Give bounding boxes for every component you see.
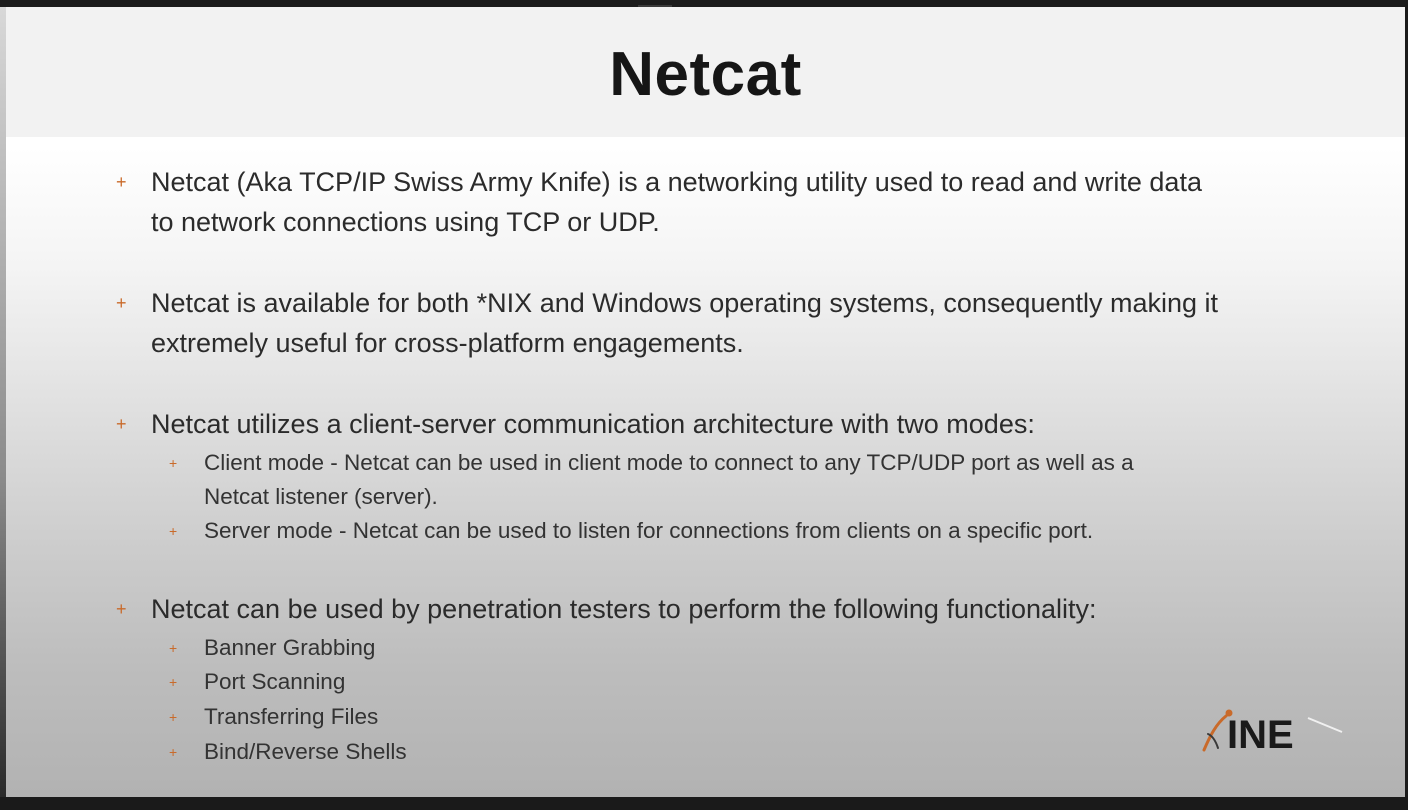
bullet-item: + Netcat is available for both *NIX and … [116,283,1219,323]
bullet-text: extremely useful for cross-platform enga… [151,328,744,358]
plus-bullet-icon: + [116,414,127,434]
plus-bullet-icon: + [169,455,178,471]
top-frame-bar [0,0,1408,7]
bullet-continuation: to network connections using TCP or UDP. [151,202,660,242]
ine-logo-icon: INE [1202,709,1343,757]
sub-bullet-item: + Transferring Files [169,700,379,734]
sub-bullet-text: Port Scanning [204,669,346,694]
sub-bullet-text: Client mode - Netcat can be used in clie… [204,450,1134,475]
plus-bullet-icon: + [116,293,127,313]
plus-bullet-icon: + [116,172,127,192]
bullet-text: Netcat can be used by penetration tester… [151,594,1097,624]
plus-bullet-icon: + [169,523,178,539]
sub-bullet-item: + Banner Grabbing [169,631,376,665]
sub-bullet-text: Server mode - Netcat can be used to list… [204,518,1094,543]
sub-bullet-text: Bind/Reverse Shells [204,739,407,764]
plus-bullet-icon: + [169,640,178,656]
bullet-text: Netcat (Aka TCP/IP Swiss Army Knife) is … [151,167,1202,197]
plus-bullet-icon: + [169,709,178,725]
bullet-item: + Netcat utilizes a client-server commun… [116,404,1035,444]
sub-bullet-item: + Port Scanning [169,665,346,699]
sub-bullet-item: + Server mode - Netcat can be used to li… [169,514,1094,548]
sub-bullet-continuation: Netcat listener (server). [204,480,438,514]
slide: Netcat + Netcat (Aka TCP/IP Swiss Army K… [6,7,1405,797]
sub-bullet-text: Transferring Files [204,704,379,729]
sub-bullet-item: + Client mode - Netcat can be used in cl… [169,446,1134,480]
plus-bullet-icon: + [169,674,178,690]
sub-bullet-text: Banner Grabbing [204,635,376,660]
bullet-text: to network connections using TCP or UDP. [151,207,660,237]
bullet-item: + Netcat can be used by penetration test… [116,589,1097,629]
sub-bullet-text: Netcat listener (server). [204,484,438,509]
bullet-list: + Netcat (Aka TCP/IP Swiss Army Knife) i… [6,7,1405,797]
plus-bullet-icon: + [116,599,127,619]
logo-text: INE [1227,713,1294,757]
sub-bullet-item: + Bind/Reverse Shells [169,735,407,769]
bullet-item: + Netcat (Aka TCP/IP Swiss Army Knife) i… [116,162,1202,202]
bullet-text: Netcat utilizes a client-server communic… [151,409,1035,439]
plus-bullet-icon: + [169,744,178,760]
bottom-frame-bar [0,797,1408,810]
bullet-continuation: extremely useful for cross-platform enga… [151,323,744,363]
bullet-text: Netcat is available for both *NIX and Wi… [151,288,1219,318]
